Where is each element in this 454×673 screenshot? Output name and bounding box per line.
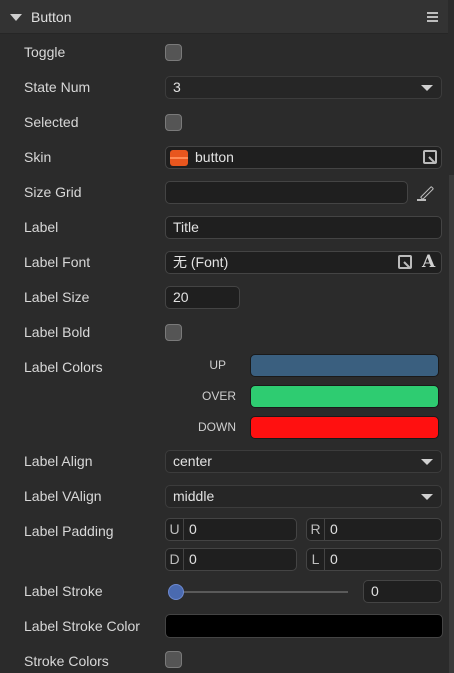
- size-grid-label: Size Grid: [24, 184, 82, 200]
- label-stroke-color-label: Label Stroke Color: [24, 618, 140, 634]
- state-num-label: State Num: [24, 79, 91, 95]
- skin-value: button: [195, 149, 234, 165]
- label-font-value: 无 (Font): [173, 254, 229, 270]
- section-header[interactable]: Button: [0, 0, 448, 34]
- padding-l-input[interactable]: L 0: [306, 548, 442, 571]
- label-value: Title: [173, 219, 199, 235]
- font-icon[interactable]: A: [422, 252, 435, 273]
- label-bold-checkbox[interactable]: [165, 324, 182, 341]
- color-down-label: DOWN: [198, 420, 236, 434]
- color-up-swatch[interactable]: [250, 354, 439, 377]
- state-num-select[interactable]: 3: [165, 76, 442, 99]
- label-align-label: Label Align: [24, 453, 93, 469]
- toggle-label: Toggle: [24, 44, 66, 60]
- label-stroke-color-swatch[interactable]: [165, 614, 443, 638]
- label-valign-value: middle: [173, 488, 215, 504]
- label-input[interactable]: Title: [165, 216, 442, 239]
- color-over-swatch[interactable]: [250, 385, 439, 408]
- label-font-field[interactable]: 无 (Font) A: [165, 251, 442, 274]
- label-valign-select[interactable]: middle: [165, 485, 442, 508]
- padding-l-letter: L: [307, 549, 325, 570]
- state-num-value: 3: [173, 79, 181, 95]
- caret-down-icon[interactable]: [10, 14, 22, 21]
- padding-u-input[interactable]: U 0: [165, 518, 297, 541]
- label-padding-label: Label Padding: [24, 523, 114, 539]
- skin-label: Skin: [24, 149, 52, 165]
- stroke-colors-label: Stroke Colors: [24, 653, 109, 669]
- chevron-down-icon: [421, 494, 433, 500]
- hamburger-menu-icon[interactable]: [427, 12, 438, 23]
- chevron-down-icon: [421, 85, 433, 91]
- label-colors-label: Label Colors: [24, 359, 103, 375]
- label-font-label: Label Font: [24, 254, 91, 270]
- skin-field[interactable]: button: [165, 146, 442, 169]
- label-align-select[interactable]: center: [165, 450, 442, 473]
- chevron-down-icon: [421, 459, 433, 465]
- label-size-value: 20: [173, 289, 189, 305]
- toggle-checkbox[interactable]: [165, 44, 182, 61]
- label-valign-label: Label VAlign: [24, 488, 102, 504]
- padding-u-letter: U: [166, 519, 184, 540]
- image-asset-icon: [170, 150, 188, 166]
- label-size-label: Label Size: [24, 289, 90, 305]
- color-up-label: UP: [209, 358, 226, 372]
- label-size-input[interactable]: 20: [165, 286, 240, 309]
- resource-picker-icon[interactable]: [398, 255, 412, 269]
- label-stroke-slider-handle[interactable]: [168, 584, 184, 600]
- label-align-value: center: [173, 453, 212, 469]
- label-stroke-input[interactable]: 0: [363, 580, 442, 603]
- size-grid-input[interactable]: [165, 181, 408, 204]
- selected-checkbox[interactable]: [165, 114, 182, 131]
- padding-u-value: 0: [189, 521, 197, 537]
- label-stroke-value: 0: [371, 583, 379, 599]
- pencil-edit-icon[interactable]: [414, 180, 438, 204]
- label-label: Label: [24, 219, 59, 235]
- section-title: Button: [31, 9, 72, 25]
- padding-r-value: 0: [330, 521, 338, 537]
- padding-r-letter: R: [307, 519, 325, 540]
- label-stroke-label: Label Stroke: [24, 583, 103, 599]
- resource-picker-icon[interactable]: [423, 150, 437, 164]
- label-stroke-slider-track[interactable]: [175, 591, 348, 593]
- padding-d-letter: D: [166, 549, 184, 570]
- selected-label: Selected: [24, 114, 79, 130]
- padding-l-value: 0: [330, 551, 338, 567]
- padding-d-value: 0: [189, 551, 197, 567]
- vertical-scrollbar[interactable]: [449, 175, 454, 673]
- padding-r-input[interactable]: R 0: [306, 518, 442, 541]
- stroke-colors-checkbox[interactable]: [165, 651, 182, 668]
- color-over-label: OVER: [201, 389, 236, 403]
- label-bold-label: Label Bold: [24, 324, 91, 340]
- color-down-swatch[interactable]: [250, 416, 439, 439]
- padding-d-input[interactable]: D 0: [165, 548, 297, 571]
